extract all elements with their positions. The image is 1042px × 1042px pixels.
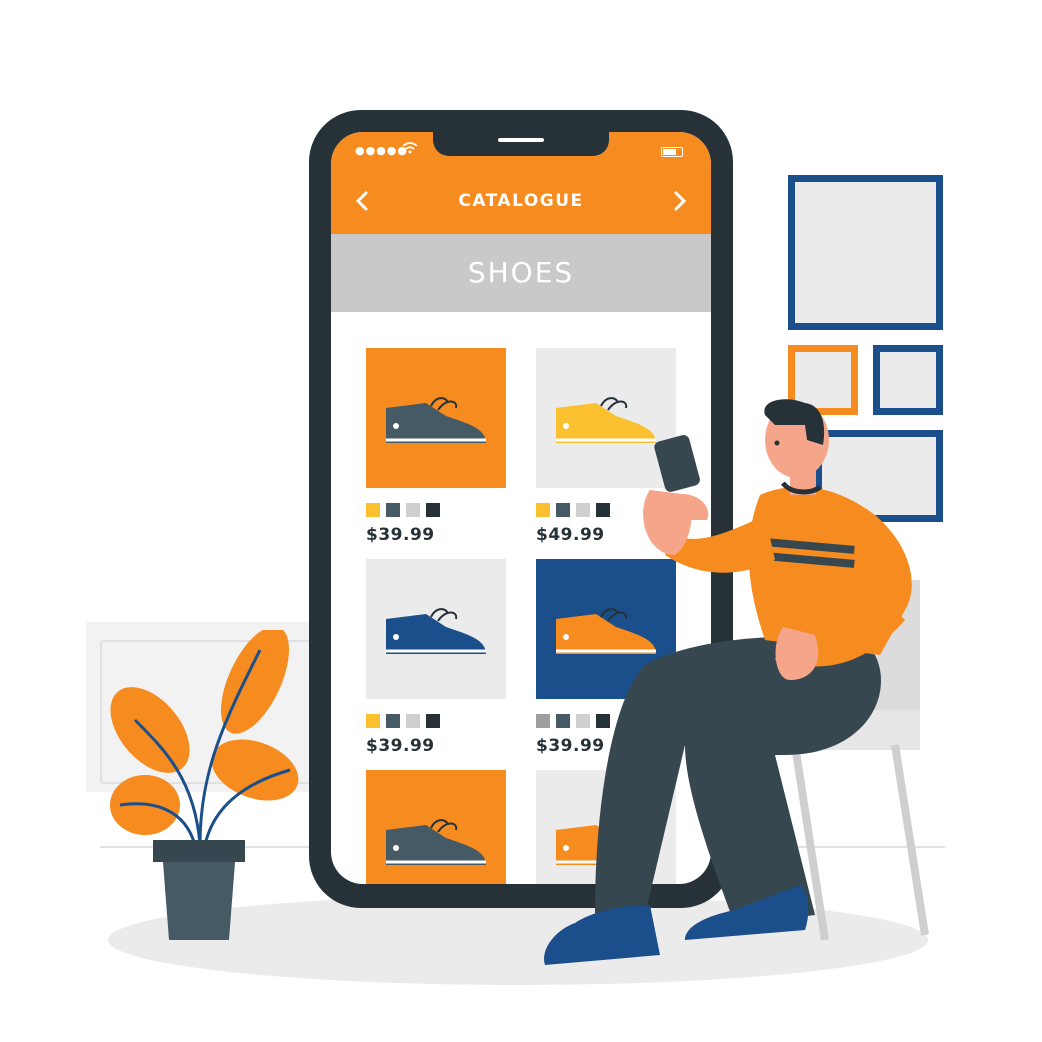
color-swatch[interactable] <box>366 503 380 517</box>
product-card[interactable] <box>366 770 506 884</box>
wall-frame-large <box>788 175 943 330</box>
color-swatches <box>366 714 440 728</box>
product-card[interactable] <box>366 348 506 488</box>
product-card[interactable] <box>366 559 506 699</box>
color-swatches <box>366 503 440 517</box>
color-swatch[interactable] <box>406 503 420 517</box>
person-shopping <box>544 399 912 965</box>
signal-icon: ●●●●● <box>355 144 408 157</box>
status-bar: ●●●●● <box>331 132 711 168</box>
category-title: SHOES <box>467 256 575 289</box>
shoe-icon <box>386 608 486 654</box>
color-swatch[interactable] <box>426 503 440 517</box>
potted-plant <box>110 630 299 940</box>
wifi-icon <box>402 142 418 154</box>
shoe-icon <box>386 819 486 865</box>
product-price: $39.99 <box>366 525 435 545</box>
header-title: CATALOGUE <box>458 191 584 211</box>
category-bar: SHOES <box>331 234 711 312</box>
phone-notch <box>433 132 609 156</box>
color-swatch[interactable] <box>366 714 380 728</box>
battery-icon <box>661 147 683 157</box>
color-swatch[interactable] <box>386 714 400 728</box>
color-swatch[interactable] <box>426 714 440 728</box>
color-swatch[interactable] <box>406 714 420 728</box>
forward-chevron-icon[interactable] <box>665 186 695 216</box>
product-price: $39.99 <box>366 736 435 756</box>
catalogue-header: CATALOGUE <box>331 168 711 234</box>
phone-speaker <box>498 138 544 142</box>
shoe-icon <box>386 397 486 443</box>
color-swatch[interactable] <box>386 503 400 517</box>
